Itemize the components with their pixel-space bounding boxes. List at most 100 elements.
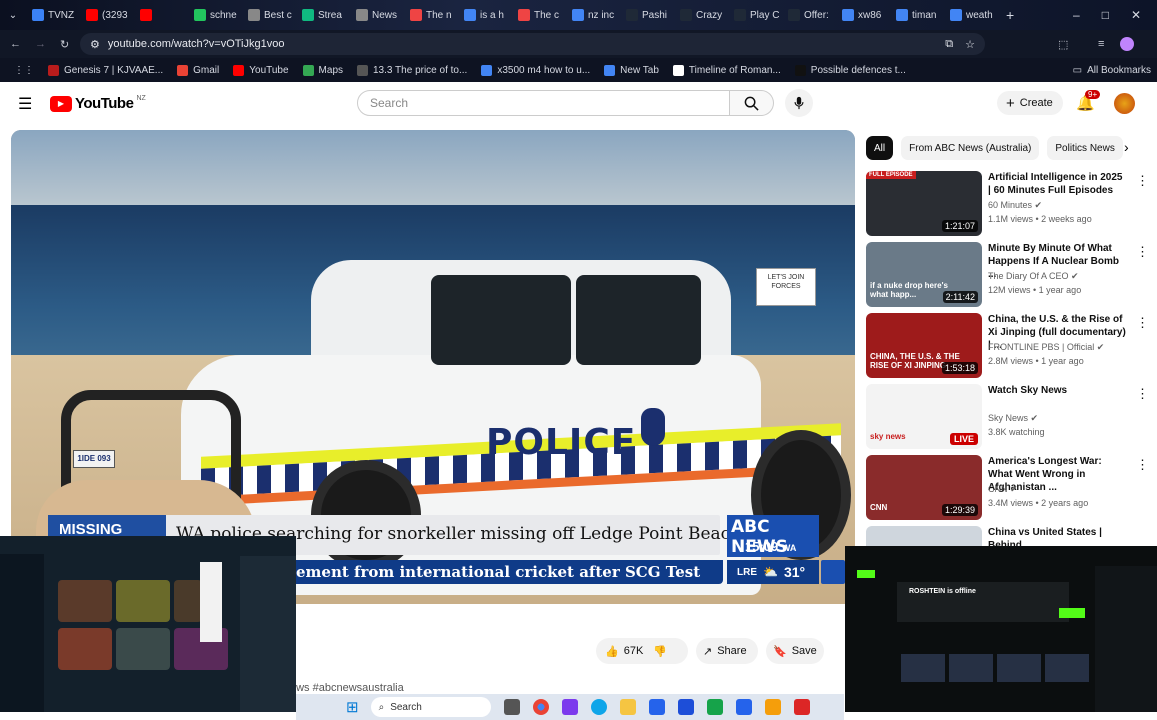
- search-input[interactable]: Search: [357, 90, 730, 116]
- filter-chip[interactable]: From ABC News (Australia): [901, 136, 1040, 160]
- save-button[interactable]: 🔖 Save: [766, 638, 824, 664]
- bookmark-item[interactable]: YouTube: [233, 64, 289, 76]
- like-button[interactable]: 👍 67K: [596, 645, 643, 658]
- browser-tab[interactable]: weath: [944, 0, 998, 30]
- new-tab-button[interactable]: +: [1006, 7, 1014, 23]
- menu-icon[interactable]: ☰: [18, 94, 32, 114]
- app-icon[interactable]: [764, 699, 781, 715]
- browser-tab[interactable]: (3293: [80, 0, 134, 30]
- description-hashtags[interactable]: ews #abcnewsaustralia: [290, 682, 404, 694]
- taskbar-search[interactable]: ⌕ Search: [370, 697, 491, 717]
- bookmark-item[interactable]: New Tab: [604, 64, 659, 76]
- browser-tab[interactable]: Play C: [728, 0, 782, 30]
- browser-tab[interactable]: Offer:: [782, 0, 836, 30]
- channel-name[interactable]: The Diary Of A CEO ✔: [988, 271, 1079, 282]
- close-window-icon[interactable]: ✕: [1131, 8, 1141, 22]
- bookmark-item[interactable]: Maps: [302, 64, 343, 76]
- bookmark-item[interactable]: Gmail: [177, 64, 219, 76]
- bookmark-item[interactable]: Genesis 7 | KJVAAE...: [48, 64, 163, 76]
- browser-tab[interactable]: The c: [512, 0, 566, 30]
- recommended-video[interactable]: CHINA, THE U.S. & THE RISE OF XI JINPING…: [866, 313, 1149, 379]
- video-player[interactable]: LET'S JOIN FORCES POLICE 1IDE 093 MISSIN…: [11, 130, 855, 604]
- video-thumbnail[interactable]: if a nuke drop here's what happ... 2:11:4…: [866, 242, 982, 307]
- recommended-video[interactable]: FULL EPISODE 1:21:07 Artificial Intelligen…: [866, 171, 1149, 237]
- video-thumbnail[interactable]: CNN 1:29:39: [866, 455, 982, 520]
- create-button[interactable]: + Create: [997, 91, 1063, 115]
- browser-tab[interactable]: schne: [188, 0, 242, 30]
- video-title[interactable]: Watch Sky News: [988, 384, 1128, 397]
- edge-icon[interactable]: [590, 699, 607, 715]
- avatar[interactable]: [1120, 37, 1134, 51]
- youtube-logo[interactable]: ▶ YouTube NZ: [50, 95, 146, 112]
- install-icon[interactable]: ⧉: [945, 38, 953, 51]
- bookmark-item[interactable]: Possible defences t...: [794, 64, 906, 76]
- recommended-video[interactable]: sky news LIVE Watch Sky News Sky News ✔ 3.8K…: [866, 384, 1149, 450]
- bookmark-item[interactable]: Timeline of Roman...: [672, 64, 781, 76]
- task-view-icon[interactable]: [503, 699, 520, 715]
- video-thumbnail[interactable]: FULL EPISODE 1:21:07: [866, 171, 982, 236]
- app-icon[interactable]: [793, 699, 810, 715]
- channel-name[interactable]: FRONTLINE PBS | Official ✔: [988, 342, 1104, 353]
- browser-tab[interactable]: The n: [404, 0, 458, 30]
- more-options-icon[interactable]: ⋮: [1136, 386, 1149, 402]
- browser-tab[interactable]: nz inc: [566, 0, 620, 30]
- all-bookmarks[interactable]: ▭ All Bookmarks: [1073, 65, 1157, 76]
- browser-tab[interactable]: xw86: [836, 0, 890, 30]
- app-icon[interactable]: [561, 699, 578, 715]
- browser-tab[interactable]: Crazy: [674, 0, 728, 30]
- browser-tab[interactable]: Strea: [296, 0, 350, 30]
- channel-name[interactable]: Sky News ✔: [988, 413, 1038, 424]
- filter-chip[interactable]: All: [866, 136, 894, 160]
- video-thumbnail[interactable]: sky news LIVE: [866, 384, 982, 449]
- tab-list-button[interactable]: ⌄: [0, 0, 26, 30]
- video-title[interactable]: Artificial Intelligence in 2025 | 60 Min…: [988, 171, 1128, 197]
- filter-chip[interactable]: Politics News: [1047, 136, 1123, 160]
- maximize-icon[interactable]: □: [1102, 8, 1109, 22]
- recommended-video[interactable]: CNN 1:29:39 America's Longest War: What We…: [866, 455, 1149, 521]
- profile-icon[interactable]: ≡: [1098, 38, 1104, 50]
- browser-tab[interactable]: is a h: [458, 0, 512, 30]
- minimize-icon[interactable]: –: [1073, 8, 1080, 22]
- site-info-icon[interactable]: ⚙: [90, 38, 100, 51]
- browser-tab[interactable]: timan: [890, 0, 944, 30]
- recommended-video[interactable]: if a nuke drop here's what happ... 2:11:4…: [866, 242, 1149, 308]
- extensions-icon[interactable]: ⬚: [1058, 38, 1068, 51]
- browser-tab[interactable]: Pashi: [620, 0, 674, 30]
- chevron-right-icon[interactable]: ›: [1124, 139, 1129, 155]
- notifications-button[interactable]: 🔔 9+: [1076, 90, 1101, 112]
- reload-icon[interactable]: ↻: [60, 38, 69, 51]
- more-options-icon[interactable]: ⋮: [1136, 315, 1149, 331]
- share-icon: ↗: [703, 645, 713, 658]
- share-button[interactable]: ↗ Share: [696, 638, 758, 664]
- dislike-button[interactable]: 👎: [653, 645, 667, 658]
- app-icon[interactable]: [706, 699, 723, 715]
- video-thumbnail[interactable]: CHINA, THE U.S. & THE RISE OF XI JINPING…: [866, 313, 982, 378]
- browser-tab[interactable]: Best c: [242, 0, 296, 30]
- more-options-icon[interactable]: ⋮: [1136, 457, 1149, 473]
- browser-tab[interactable]: [134, 0, 188, 30]
- bookmark-star-icon[interactable]: ☆: [965, 38, 975, 51]
- back-icon[interactable]: ←: [10, 38, 21, 50]
- kick-overlay-window[interactable]: ROSHTEIN is offline: [845, 546, 1157, 712]
- account-avatar[interactable]: [1114, 93, 1135, 114]
- app-icon[interactable]: [677, 699, 694, 715]
- more-options-icon[interactable]: ⋮: [1136, 244, 1149, 260]
- bookmark-item[interactable]: 13.3 The price of to...: [357, 64, 467, 76]
- apps-icon[interactable]: ⋮⋮: [14, 65, 34, 76]
- file-explorer-icon[interactable]: [619, 699, 636, 715]
- windows-start-icon[interactable]: ⊞: [346, 698, 359, 716]
- browser-tab[interactable]: News: [350, 0, 404, 30]
- more-options-icon[interactable]: ⋮: [1136, 173, 1149, 189]
- forward-icon[interactable]: →: [35, 38, 46, 50]
- search-button[interactable]: [730, 90, 774, 116]
- app-icon[interactable]: [735, 699, 752, 715]
- address-bar[interactable]: ⚙ youtube.com/watch?v=vOTiJkg1voo ⧉ ☆: [80, 33, 985, 55]
- chrome-icon[interactable]: [532, 699, 549, 715]
- app-icon[interactable]: [648, 699, 665, 715]
- channel-name[interactable]: CNN ✔: [988, 484, 1018, 495]
- channel-name[interactable]: 60 Minutes ✔: [988, 200, 1042, 211]
- voice-search-button[interactable]: [785, 89, 813, 117]
- bookmark-item[interactable]: x3500 m4 how to u...: [481, 64, 590, 76]
- casino-overlay-window[interactable]: [0, 536, 296, 712]
- browser-tab[interactable]: TVNZ: [26, 0, 80, 30]
